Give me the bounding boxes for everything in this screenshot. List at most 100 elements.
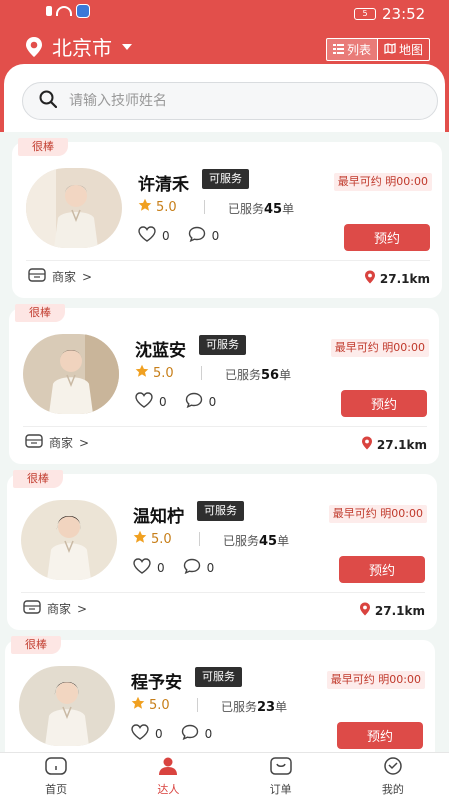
like-stat[interactable]: 0: [133, 558, 165, 577]
book-button[interactable]: 预约: [339, 556, 425, 583]
tab-orders-label: 订单: [269, 783, 292, 796]
therapist-card[interactable]: 很棒 程予安 可服务 最早可约 明00:00 5.0 已服务23单 0 0 预约: [5, 636, 435, 752]
order-icon: [269, 756, 293, 779]
city-name: 北京市: [52, 36, 112, 60]
rating-value: 5.0: [156, 199, 177, 215]
like-count: 0: [159, 394, 167, 409]
earliest-time: 明00:00: [385, 175, 428, 188]
divider: [201, 366, 202, 380]
chevron-right-icon: >: [79, 435, 90, 450]
person-icon: [156, 756, 180, 779]
list-icon: [333, 43, 344, 57]
comment-count: 0: [211, 228, 220, 243]
merchant-label: 商家: [49, 436, 74, 450]
served-number: 23: [257, 700, 276, 715]
book-button[interactable]: 预约: [344, 224, 430, 251]
rating: 5.0: [138, 198, 177, 216]
star-icon: [135, 364, 149, 382]
served-prefix: 已服务: [223, 534, 260, 548]
comment-stat[interactable]: 0: [181, 724, 212, 743]
bottom-tab-bar: 首页 达人 订单 我的: [0, 752, 449, 800]
service-status-badge: 可服务: [199, 335, 246, 355]
home-icon: [44, 756, 68, 779]
like-count: 0: [157, 560, 165, 575]
therapist-list: 很棒 许清禾 可服务 最早可约 明00:00 5.0 已服务45单 0 0 预约: [0, 132, 449, 752]
therapist-name: 程予安: [131, 673, 182, 693]
merchant-link[interactable]: 商家 >: [25, 434, 89, 451]
distance-value: 27.1km: [376, 437, 427, 452]
merchant-link[interactable]: 商家 >: [23, 600, 87, 617]
therapist-card[interactable]: 很棒 温知柠 可服务 最早可约 明00:00 5.0 已服务45单 0 0 预约: [7, 470, 437, 630]
engagement-stats: 0 0: [135, 392, 216, 411]
comment-stat[interactable]: 0: [183, 558, 214, 577]
served-count: 已服务45单: [223, 532, 289, 549]
served-suffix: 单: [275, 700, 288, 714]
star-icon: [138, 198, 152, 216]
list-view-label: 列表: [347, 43, 372, 57]
comment-icon: [183, 558, 201, 577]
served-count: 已服务56单: [225, 366, 291, 383]
book-button[interactable]: 预约: [341, 390, 427, 417]
tab-orders[interactable]: 订单: [225, 753, 337, 800]
status-bar: 5 23:52: [0, 0, 449, 28]
served-number: 45: [259, 534, 278, 549]
merchant-link[interactable]: 商家 >: [28, 268, 92, 285]
therapist-card[interactable]: 很棒 许清禾 可服务 最早可约 明00:00 5.0 已服务45单 0 0 预约: [12, 138, 442, 298]
served-prefix: 已服务: [228, 202, 265, 216]
card-divider: [21, 592, 425, 593]
avatar: [23, 334, 119, 414]
earliest-time: 明00:00: [382, 341, 425, 354]
avatar: [19, 666, 115, 746]
comment-stat[interactable]: 0: [185, 392, 216, 411]
location-pin-icon: [361, 436, 373, 453]
list-view-button[interactable]: 列表: [327, 39, 378, 60]
map-icon: [384, 42, 396, 57]
distance-value: 27.1km: [374, 603, 425, 618]
tab-profile[interactable]: 我的: [337, 753, 449, 800]
location-pin-icon: [24, 36, 44, 58]
earliest-label: 最早可约: [332, 507, 377, 520]
comment-icon: [185, 392, 203, 411]
tab-home[interactable]: 首页: [0, 753, 112, 800]
tab-experts[interactable]: 达人: [112, 753, 224, 800]
search-input[interactable]: [69, 93, 399, 109]
served-suffix: 单: [277, 534, 290, 548]
engagement-stats: 0 0: [133, 558, 214, 577]
divider: [204, 200, 205, 214]
served-number: 45: [264, 202, 283, 217]
served-prefix: 已服务: [225, 368, 262, 382]
comment-icon: [181, 724, 199, 743]
like-stat[interactable]: 0: [131, 724, 163, 743]
distance: 27.1km: [359, 602, 425, 619]
star-icon: [133, 530, 147, 548]
battery-icon: 5: [354, 8, 376, 20]
search-bar[interactable]: [22, 82, 438, 120]
shop-icon: [25, 434, 43, 451]
served-count: 已服务45单: [228, 200, 294, 217]
avatar: [21, 500, 117, 580]
heart-icon: [131, 724, 149, 743]
merchant-label: 商家: [52, 270, 77, 284]
therapist-name: 温知柠: [133, 507, 184, 527]
card-divider: [26, 260, 430, 261]
map-view-button[interactable]: 地图: [377, 39, 429, 60]
therapist-card[interactable]: 很棒 沈蓝安 可服务 最早可约 明00:00 5.0 已服务56单 0 0 预约: [9, 304, 439, 464]
distance: 27.1km: [364, 270, 430, 287]
like-count: 0: [162, 228, 170, 243]
city-selector[interactable]: 北京市: [24, 32, 132, 61]
star-icon: [131, 696, 145, 714]
therapist-name: 沈蓝安: [135, 341, 186, 361]
comment-icon: [188, 226, 206, 245]
therapist-name: 许清禾: [138, 175, 189, 195]
shop-icon: [28, 268, 46, 285]
book-button[interactable]: 预约: [337, 722, 423, 749]
chevron-down-icon: [122, 43, 132, 50]
earliest-label: 最早可约: [334, 341, 379, 354]
like-stat[interactable]: 0: [138, 226, 170, 245]
like-count: 0: [155, 726, 163, 741]
rating: 5.0: [135, 364, 174, 382]
rating-value: 5.0: [153, 365, 174, 381]
like-stat[interactable]: 0: [135, 392, 167, 411]
rating: 5.0: [131, 696, 170, 714]
comment-stat[interactable]: 0: [188, 226, 220, 245]
